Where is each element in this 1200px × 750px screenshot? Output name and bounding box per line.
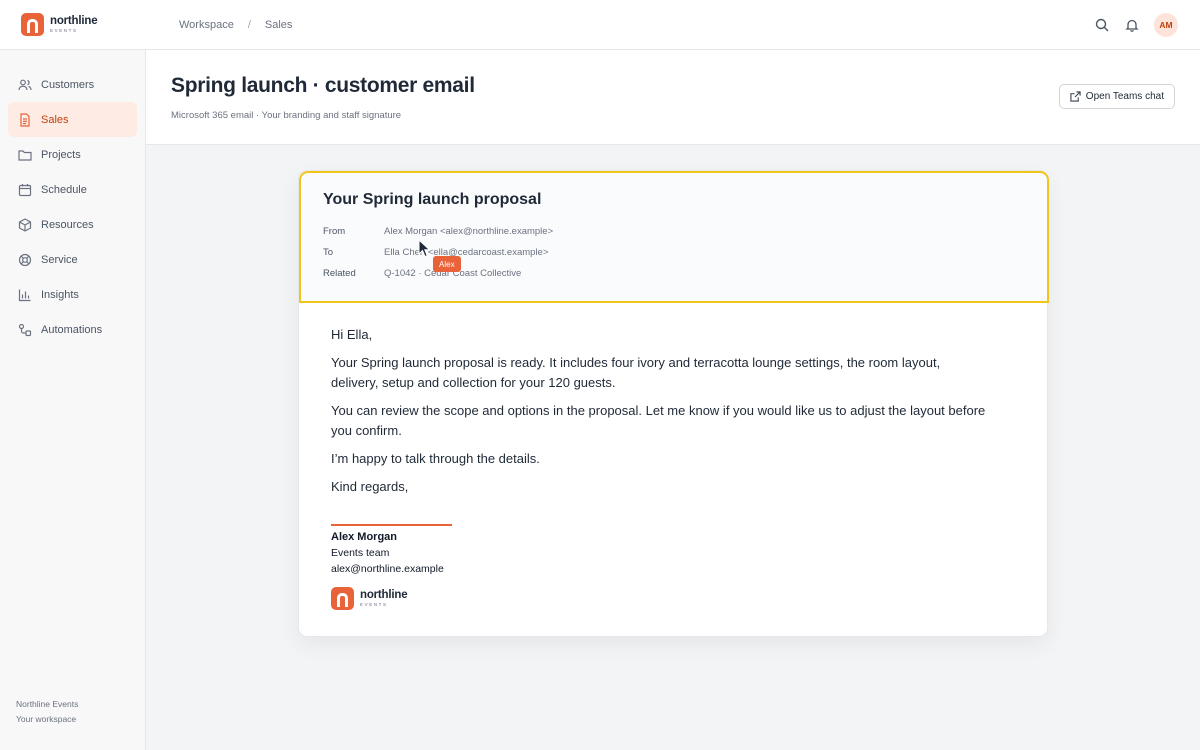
breadcrumb-sales[interactable]: Sales <box>265 19 293 31</box>
top-bar: northline EVENTS Workspace / Sales AM <box>0 0 1200 50</box>
search-icon[interactable] <box>1094 17 1110 33</box>
sidebar-item-label: Service <box>41 253 78 266</box>
related-label: Related <box>323 268 356 279</box>
org-name: Northline Events <box>16 699 79 709</box>
email-header[interactable]: Your Spring launch proposal From Alex Mo… <box>299 171 1049 303</box>
external-link-icon <box>1070 91 1081 102</box>
collaborator-cursor-label: Alex <box>433 256 461 272</box>
bell-icon[interactable] <box>1124 17 1140 33</box>
signature-team: Events team <box>331 547 390 559</box>
sidebar-item-insights[interactable]: Insights <box>8 277 137 312</box>
folder-icon <box>18 148 32 162</box>
sidebar-item-sales[interactable]: Sales <box>8 102 137 137</box>
calendar-icon <box>18 183 32 197</box>
sidebar-item-label: Schedule <box>41 183 87 196</box>
logo-mark-icon <box>331 587 354 610</box>
email-paragraph: Your Spring launch proposal is ready. It… <box>331 355 941 390</box>
lifebuoy-icon <box>18 253 32 267</box>
cursor-pointer-icon <box>418 239 431 258</box>
sidebar-item-schedule[interactable]: Schedule <box>8 172 137 207</box>
breadcrumb: Workspace / Sales <box>179 19 292 31</box>
sidebar-item-customers[interactable]: Customers <box>8 67 137 102</box>
email-greeting: Hi Ella, <box>331 327 373 342</box>
signature-name: Alex Morgan <box>331 531 398 543</box>
workspace-name: Your workspace <box>16 714 77 724</box>
sidebar-item-resources[interactable]: Resources <box>8 207 137 242</box>
users-icon <box>18 78 32 92</box>
page-header: Spring launch · customer email Microsoft… <box>146 50 1200 145</box>
page-subtitle: Microsoft 365 email · Your branding and … <box>171 110 402 121</box>
sidebar-item-label: Insights <box>41 288 79 301</box>
sidebar-item-label: Automations <box>41 323 103 336</box>
email-closing: Kind regards, <box>331 479 409 494</box>
box-icon <box>18 217 32 232</box>
email-subject: Your Spring launch proposal <box>323 191 542 208</box>
brand-logo[interactable]: northline EVENTS <box>21 13 98 36</box>
page-title: Spring launch · customer email <box>171 74 475 97</box>
email-body[interactable]: Hi Ella, Your Spring launch proposal is … <box>331 325 991 505</box>
sidebar-item-label: Projects <box>41 148 81 161</box>
breadcrumb-workspace[interactable]: Workspace <box>179 19 234 31</box>
from-row: From Alex Morgan <alex@northline.example… <box>323 226 553 247</box>
signature-logo: northline EVENTS <box>331 587 408 610</box>
breadcrumb-separator: / <box>247 19 251 31</box>
signature-divider <box>331 524 452 526</box>
email-paragraph: You can review the scope and options in … <box>331 403 986 438</box>
sidebar-item-label: Customers <box>41 78 95 91</box>
open-teams-chat-button[interactable]: Open Teams chat <box>1058 84 1175 109</box>
workflow-icon <box>18 323 32 337</box>
sidebar-item-label: Resources <box>41 218 94 231</box>
avatar[interactable]: AM <box>1154 13 1178 37</box>
bar-chart-icon <box>18 288 32 302</box>
logo-mark-icon <box>21 13 44 36</box>
email-preview-card: Your Spring launch proposal From Alex Mo… <box>298 170 1049 637</box>
to-value: Ella Chen <ella@cedarcoast.example> <box>384 247 549 258</box>
from-label: From <box>323 226 346 237</box>
brand-name: northline <box>360 588 408 601</box>
document-icon <box>18 112 32 127</box>
open-teams-chat-label: Open Teams chat <box>1085 91 1164 102</box>
sidebar-item-label: Sales <box>41 113 69 126</box>
email-signature: Alex Morgan Events team alex@northline.e… <box>331 524 452 577</box>
to-label: To <box>323 247 334 258</box>
email-paragraph: I’m happy to talk through the details. <box>331 451 540 466</box>
signature-email: alex@northline.example <box>331 563 444 575</box>
sidebar-item-automations[interactable]: Automations <box>8 312 137 347</box>
brand-name: northline <box>50 14 98 27</box>
sidebar-footer: Northline Events Your workspace <box>16 697 78 727</box>
sidebar: Customers Sales Projects Schedule Resour… <box>0 50 146 750</box>
brand-subtitle: EVENTS <box>50 28 78 33</box>
sidebar-item-service[interactable]: Service <box>8 242 137 277</box>
sidebar-item-projects[interactable]: Projects <box>8 137 137 172</box>
from-value: Alex Morgan <alex@northline.example> <box>384 226 554 237</box>
brand-subtitle: EVENTS <box>360 602 388 607</box>
